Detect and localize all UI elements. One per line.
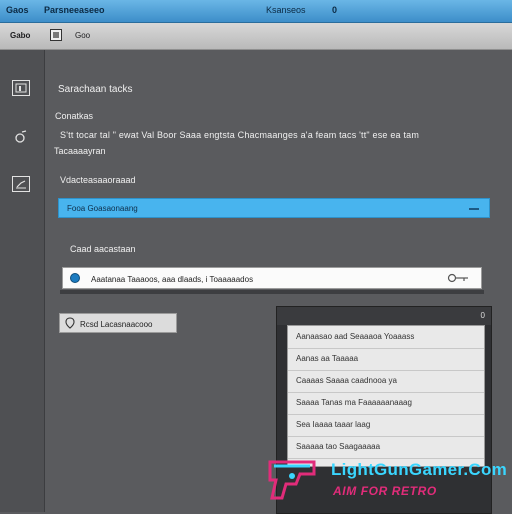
- toolbar-label-left[interactable]: Gabo: [10, 31, 30, 40]
- category-select[interactable]: Fooa Goasaonaang: [58, 198, 490, 218]
- watermark: LightGunGamer.Com AIM FOR RETRO: [256, 450, 512, 512]
- globe-icon: [70, 273, 80, 283]
- settings-icon[interactable]: [12, 129, 30, 145]
- toolbar: Gabo Goo: [0, 23, 512, 50]
- watermark-title: LightGunGamer.Com: [331, 460, 508, 479]
- image-icon[interactable]: [12, 80, 30, 96]
- description-line-2: Tacaaaayran: [54, 146, 106, 156]
- menu-item[interactable]: Aanaasao aad Seaaaoa Yoaaass: [288, 326, 484, 349]
- toolbar-label-right[interactable]: Goo: [75, 31, 90, 40]
- location-pin-icon: [65, 317, 75, 332]
- key-icon[interactable]: [447, 273, 469, 286]
- toolbar-checkbox[interactable]: [50, 29, 62, 41]
- sidebar: [0, 50, 45, 512]
- window-titlebar: Gaos Parsneeaseeo Ksanseos 0: [0, 0, 512, 23]
- menu-item-label: Sea Iaaaa taaar laag: [296, 420, 371, 429]
- menu-item-label: Aanas aa Taaaaa: [296, 354, 359, 363]
- menu-item-label: Aanaasao aad Seaaaoa Yoaaass: [296, 332, 415, 341]
- window-tab[interactable]: Parsneeaseeo: [44, 5, 105, 15]
- section-label: Vdacteasaaoraaad: [60, 175, 136, 185]
- search-value: Aaatanaa Taaaoos, aaa dlaads, i Toaaaaad…: [91, 275, 254, 284]
- menu-item[interactable]: Sea Iaaaa taaar laag: [288, 414, 484, 437]
- menu-item-label: Caaaas Saaaa caadnooa ya: [296, 376, 397, 385]
- sub-heading: Conatkas: [55, 111, 94, 121]
- dropdown-badge: 0: [480, 311, 485, 320]
- location-button[interactable]: Rcsd Lacasnaacooo: [59, 313, 177, 333]
- light-gun-icon: [268, 460, 316, 500]
- select-label: Fooa Goasaonaang: [67, 204, 138, 213]
- menu-item[interactable]: Caaaas Saaaa caadnooa ya: [288, 370, 484, 393]
- location-button-label: Rcsd Lacasnaacooo: [80, 320, 153, 329]
- input-shadow: [60, 290, 484, 294]
- menu-item[interactable]: Saaaa Tanas ma Faaaaaanaaag: [288, 392, 484, 415]
- chevron-down-icon[interactable]: [469, 208, 479, 210]
- search-section-label: Caad aacastaan: [70, 244, 136, 254]
- description-line-1: S'tt tocar tal " ewat Val Boor Saaa engt…: [60, 130, 420, 140]
- title-badge: 0: [332, 5, 338, 15]
- chart-icon[interactable]: [12, 176, 30, 192]
- dropdown-menu: Aanaasao aad Seaaaoa Yoaaass Aanas aa Ta…: [287, 325, 485, 467]
- page-heading: Sarachaan tacks: [58, 84, 133, 95]
- dropdown-header: 0: [277, 307, 491, 325]
- app-title: Gaos: [6, 5, 29, 15]
- menu-item-label: Saaaa Tanas ma Faaaaaanaaag: [296, 398, 412, 407]
- menu-item[interactable]: Aanas aa Taaaaa: [288, 348, 484, 371]
- watermark-subtitle: AIM FOR RETRO: [333, 484, 437, 498]
- search-input[interactable]: Aaatanaa Taaaoos, aaa dlaads, i Toaaaaad…: [62, 267, 482, 289]
- window-center-title: Ksanseos: [266, 5, 306, 15]
